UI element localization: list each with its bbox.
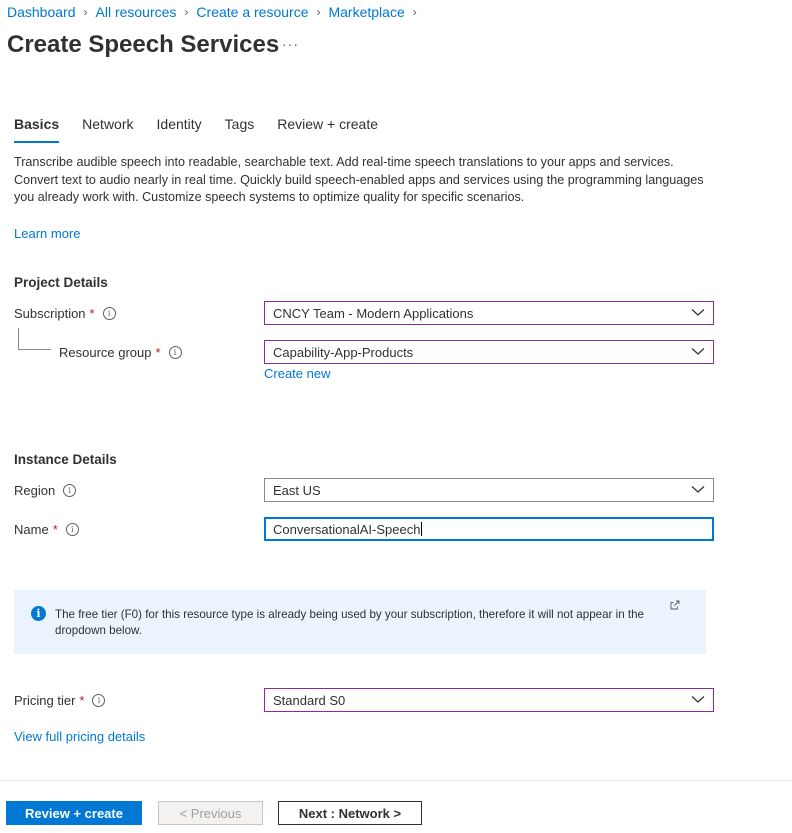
review-create-button[interactable]: Review + create [6,801,142,825]
learn-more-link[interactable]: Learn more [14,226,80,241]
info-icon[interactable]: i [65,523,79,536]
chevron-right-icon: › [83,5,88,19]
more-options-icon[interactable]: ··· [282,36,299,52]
tree-connector [18,328,51,350]
chevron-down-icon [691,309,705,316]
subscription-dropdown[interactable]: CNCY Team - Modern Applications [264,301,714,325]
tab-tags[interactable]: Tags [225,116,255,143]
name-input[interactable]: ConversationalAI-Speech [264,517,714,541]
info-icon[interactable]: i [92,694,106,707]
breadcrumb: Dashboard › All resources › Create a res… [7,3,425,21]
view-pricing-details-link[interactable]: View full pricing details [14,729,145,744]
info-message: The free tier (F0) for this resource typ… [55,608,644,637]
resource-group-label-text: Resource group [59,345,152,360]
breadcrumb-dashboard[interactable]: Dashboard [7,4,76,20]
tab-network[interactable]: Network [82,116,133,143]
region-label-text: Region [14,483,56,498]
breadcrumb-marketplace[interactable]: Marketplace [328,4,404,20]
chevron-down-icon [691,486,705,493]
subscription-label-text: Subscription [14,306,86,321]
previous-button[interactable]: < Previous [158,801,263,825]
chevron-down-icon [691,348,705,355]
free-tier-info-banner: i The free tier (F0) for this resource t… [14,590,706,654]
info-icon[interactable]: i [102,307,116,320]
region-value: East US [273,483,321,498]
name-label-text: Name [14,522,49,537]
chevron-down-icon [691,696,705,703]
breadcrumb-all-resources[interactable]: All resources [96,4,177,20]
info-icon[interactable]: i [63,484,77,497]
tab-bar: Basics Network Identity Tags Review + cr… [14,116,401,144]
info-icon[interactable]: i [168,346,182,359]
external-link-icon[interactable] [670,600,680,610]
breadcrumb-create-resource[interactable]: Create a resource [196,4,308,20]
name-value: ConversationalAI-Speech [273,522,421,537]
resource-group-label: Resource group * i [59,345,182,360]
chevron-right-icon: › [184,5,189,19]
pricing-tier-label-text: Pricing tier [14,693,76,708]
tab-basics[interactable]: Basics [14,116,60,143]
region-dropdown[interactable]: East US [264,478,714,502]
chevron-right-icon: › [412,5,417,19]
region-label: Region i [14,483,77,498]
name-label: Name * i [14,522,79,537]
chevron-right-icon: › [316,5,321,19]
pricing-tier-label: Pricing tier * i [14,693,106,708]
tab-identity[interactable]: Identity [157,116,202,143]
instance-details-heading: Instance Details [14,452,117,467]
subscription-label: Subscription * i [14,306,116,321]
page-title: Create Speech Services [7,31,280,58]
tab-review-create[interactable]: Review + create [277,116,378,143]
required-marker: * [52,522,58,537]
resource-group-value: Capability-App-Products [273,345,414,360]
info-circle-icon: i [31,606,46,621]
service-description: Transcribe audible speech into readable,… [14,155,704,204]
required-marker: * [79,693,85,708]
pricing-tier-dropdown[interactable]: Standard S0 [264,688,714,712]
required-marker: * [155,345,161,360]
subscription-value: CNCY Team - Modern Applications [273,306,474,321]
footer-divider [0,780,792,781]
create-new-link[interactable]: Create new [264,366,330,381]
next-network-button[interactable]: Next : Network > [278,801,422,825]
project-details-heading: Project Details [14,275,108,290]
pricing-tier-value: Standard S0 [273,693,346,708]
required-marker: * [89,306,95,321]
text-caret [421,522,423,536]
resource-group-dropdown[interactable]: Capability-App-Products [264,340,714,364]
